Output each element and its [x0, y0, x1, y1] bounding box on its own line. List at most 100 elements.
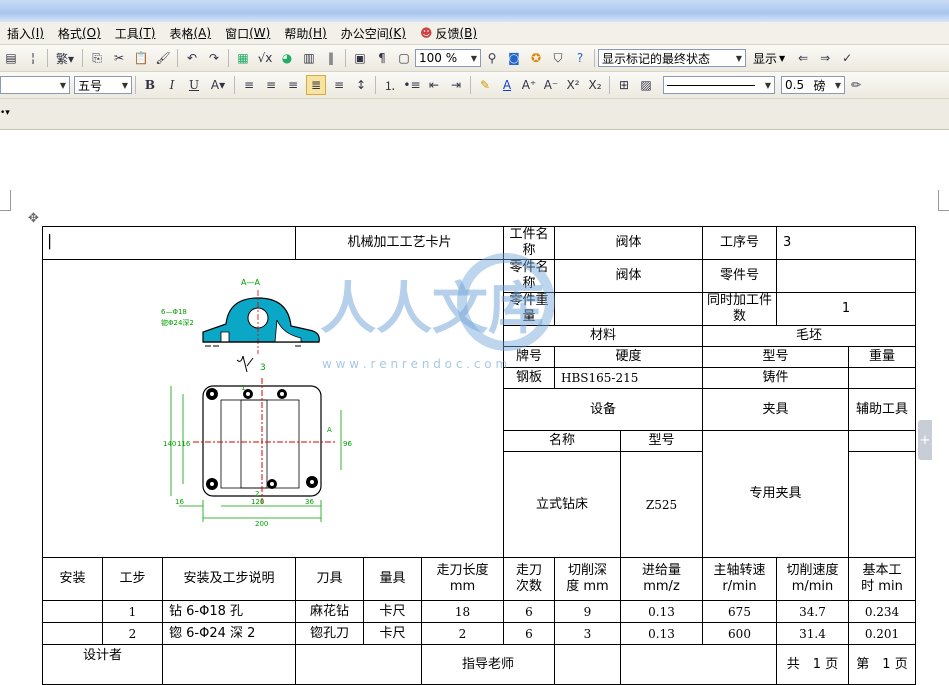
formula-icon[interactable]: √x	[256, 49, 274, 67]
previous-change-icon[interactable]: ⇐	[794, 49, 812, 67]
menu-help[interactable]: 帮助 (H)	[277, 25, 333, 42]
underline-icon[interactable]: U	[185, 76, 203, 94]
table-row: 2 锪 6-Φ24 深 2 锪孔刀 卡尺 2 6 3 0.13 600 31.4…	[42, 622, 916, 645]
redo-icon[interactable]: ↷	[205, 49, 223, 67]
shrink-font-icon[interactable]: A⁻	[542, 76, 560, 94]
paste-icon[interactable]: 📋	[132, 49, 150, 67]
decrease-indent-icon[interactable]: ⇤	[425, 76, 443, 94]
aux-tool-value	[848, 451, 916, 558]
row-step: 1	[102, 600, 163, 623]
part-weight-label: 零件重量	[503, 292, 555, 326]
workpiece-name-value: 阀体	[554, 226, 703, 260]
menu-feedback[interactable]: ☻ 反馈 (B)	[413, 25, 484, 42]
shirt-icon[interactable]: ⛉	[549, 49, 567, 67]
show-hide-marks-icon[interactable]: ¶	[373, 49, 391, 67]
side-panel-toggle[interactable]: +	[918, 420, 932, 460]
toolbar-separator	[345, 49, 346, 67]
track-changes-select[interactable]: 显示标记的最终状态 ▼	[598, 49, 746, 67]
fixture-value: 专用夹具	[702, 430, 849, 558]
header-time-unit: 时 min	[861, 579, 903, 594]
line-spacing-icon[interactable]: ↕	[352, 76, 370, 94]
subscript-icon[interactable]: X₂	[586, 76, 604, 94]
columns-icon[interactable]: ▥	[300, 49, 318, 67]
align-center-icon[interactable]: ≡	[262, 76, 280, 94]
row-desc: 锪 6-Φ24 深 2	[162, 622, 296, 645]
insert-table-icon[interactable]: ▦	[234, 49, 252, 67]
row-install	[42, 622, 103, 645]
document-map-icon[interactable]: ▣	[351, 49, 369, 67]
table-props-icon[interactable]: ⊞	[615, 76, 633, 94]
chart-icon[interactable]: ◕	[278, 49, 296, 67]
menu-window-key: (W)	[249, 26, 271, 40]
distributed-icon[interactable]: ≡	[330, 76, 348, 94]
undo-icon[interactable]: ↶	[183, 49, 201, 67]
pen-icon[interactable]: ✏	[847, 76, 865, 94]
grade-value: 钢板	[503, 367, 555, 389]
header-feed-unit: mm/z	[643, 579, 680, 594]
traditional-chinese-icon[interactable]: 繁▾	[53, 49, 77, 67]
bold-icon[interactable]: B	[141, 76, 159, 94]
resource-icon[interactable]: ✪	[527, 49, 545, 67]
column-layout-icon[interactable]: ‖	[322, 49, 340, 67]
numbering-icon[interactable]: ⒈	[381, 76, 399, 94]
menu-feedback-label: 反馈	[435, 26, 460, 41]
align-right-icon[interactable]: ≡	[284, 76, 302, 94]
chevron-down-icon: ▼	[121, 80, 128, 90]
binoculars-icon[interactable]: ⚲	[483, 49, 501, 67]
chevron-down-icon: ▼	[779, 53, 786, 63]
dim-120: 120	[251, 498, 264, 506]
grow-font-icon[interactable]: A⁺	[520, 76, 538, 94]
next-change-icon[interactable]: ⇒	[816, 49, 834, 67]
table-move-handle-icon[interactable]: ✥	[28, 212, 42, 226]
frame-icon[interactable]: ▢	[395, 49, 413, 67]
font-size-select[interactable]: 五号 ▼	[74, 76, 132, 94]
eq-name-value: 立式钻床	[503, 451, 621, 558]
accept-change-icon[interactable]: ✓	[838, 49, 856, 67]
menu-format[interactable]: 格式 (O)	[51, 25, 108, 42]
justify-icon[interactable]: ≣	[306, 75, 326, 95]
row-feed: 0.13	[620, 600, 703, 623]
line-width-select[interactable]: 0.5 磅 ▼	[781, 76, 845, 94]
process-no-value: 3	[776, 226, 916, 260]
chevron-down-icon: ▼	[59, 80, 66, 90]
menu-office-space[interactable]: 办公空间 (K)	[334, 25, 413, 42]
dim-16: 16	[175, 498, 184, 506]
menu-feedback-key: (B)	[459, 26, 478, 40]
menu-insert[interactable]: 插入 (I)	[0, 25, 51, 42]
zoom-select[interactable]: 100 % ▼	[415, 49, 481, 67]
copy-icon[interactable]: ⎘	[88, 49, 106, 67]
menu-tools-label: 工具	[114, 26, 139, 41]
highlight-icon[interactable]: ✎	[476, 76, 494, 94]
cut-icon[interactable]: ✂	[110, 49, 128, 67]
show-markup-button[interactable]: 显示 ▼	[746, 50, 792, 67]
line-style-select[interactable]: ▼	[663, 76, 775, 94]
grip-handle-icon[interactable]: •▾	[0, 108, 14, 118]
superscript-icon[interactable]: X²	[564, 76, 582, 94]
align-left-icon[interactable]: ≡	[240, 76, 258, 94]
row-spindle: 675	[702, 600, 777, 623]
help-icon[interactable]: ?	[571, 49, 589, 67]
print-preview-icon[interactable]: ▤	[2, 49, 20, 67]
menu-window[interactable]: 窗口 (W)	[218, 25, 277, 42]
header-speed-unit: m/min	[791, 579, 834, 594]
border-icon[interactable]: ▨	[637, 76, 655, 94]
row-speed: 34.7	[776, 600, 849, 623]
menu-table[interactable]: 表格 (A)	[162, 25, 218, 42]
row-gauge: 卡尺	[363, 622, 422, 645]
fixture-label: 夹具	[702, 388, 849, 431]
total-pages: 共 1 页	[776, 644, 849, 685]
menu-tools[interactable]: 工具 (T)	[108, 25, 163, 42]
font-name-select[interactable]: ▼	[0, 76, 70, 94]
roughness-mark: 3	[260, 363, 266, 373]
read-mode-icon[interactable]: ◙	[505, 49, 523, 67]
bullets-icon[interactable]: •≡	[403, 76, 421, 94]
char-scale-icon[interactable]: A▾	[207, 76, 229, 94]
spelling-icon[interactable]: ¦	[24, 49, 42, 67]
aux-tool-label: 辅助工具	[848, 388, 916, 431]
menu-insert-label: 插入	[7, 26, 32, 41]
format-painter-icon[interactable]: 🖌	[154, 49, 172, 67]
increase-indent-icon[interactable]: ⇥	[447, 76, 465, 94]
italic-icon[interactable]: I	[163, 76, 181, 94]
font-color-icon[interactable]: A	[498, 76, 516, 94]
workpiece-name-label: 工件名称	[503, 226, 555, 260]
